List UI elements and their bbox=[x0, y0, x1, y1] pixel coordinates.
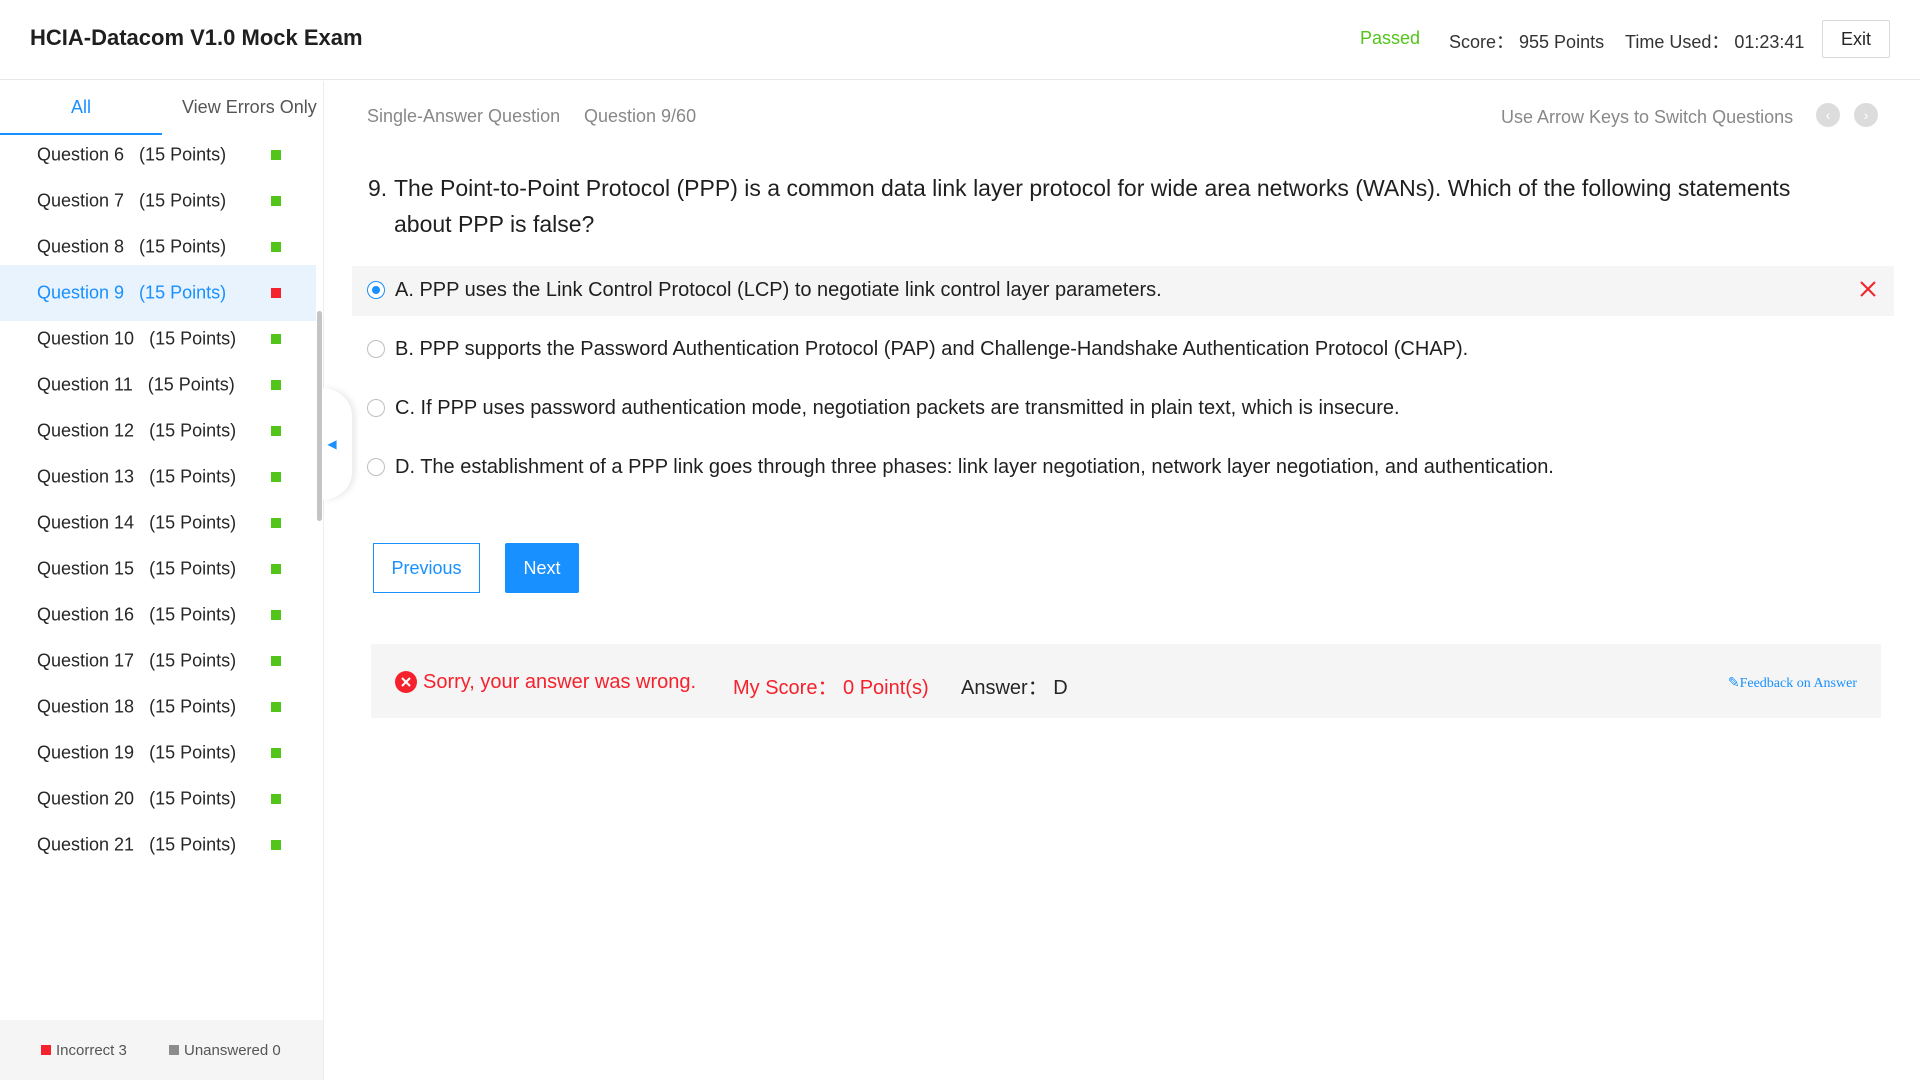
correct-status-square bbox=[271, 702, 281, 712]
question-item-label: Question 13 (15 Points) bbox=[37, 466, 237, 487]
correct-status-square bbox=[271, 242, 281, 252]
option-d[interactable]: D. The establishment of a PPP link goes … bbox=[352, 443, 1894, 493]
correct-status-square bbox=[271, 840, 281, 850]
option-c[interactable]: C. If PPP uses password authentication m… bbox=[352, 384, 1894, 434]
question-item[interactable]: Question 21 (15 Points) bbox=[0, 817, 316, 873]
question-body: The Point-to-Point Protocol (PPP) is a c… bbox=[394, 175, 1791, 237]
prev-question-arrow[interactable]: ‹ bbox=[1816, 103, 1840, 127]
correct-answer: Answer： D bbox=[961, 677, 1068, 699]
option-b-text: B. PPP supports the Password Authenticat… bbox=[395, 338, 1469, 360]
status-legend: Incorrect 3 Unanswered 0 bbox=[0, 1020, 323, 1080]
question-item-label: Question 20 (15 Points) bbox=[37, 788, 237, 809]
option-a-text: A. PPP uses the Link Control Protocol (L… bbox=[395, 279, 1162, 301]
tab-view-errors[interactable]: View Errors Only bbox=[182, 97, 317, 118]
legend-unanswered-label: Unanswered 0 bbox=[184, 1042, 281, 1059]
question-item-label: Question 12 (15 Points) bbox=[37, 420, 237, 441]
correct-status-square bbox=[271, 380, 281, 390]
correct-status-square bbox=[271, 794, 281, 804]
question-sidebar: All View Errors Only Question 6 (15 Poin… bbox=[0, 81, 324, 1080]
feedback-label: Feedback on Answer bbox=[1739, 676, 1857, 691]
unanswered-swatch bbox=[169, 1045, 179, 1056]
question-list[interactable]: Question 6 (15 Points) Question 7 (15 Po… bbox=[0, 135, 316, 1080]
question-item-label: Question 8 (15 Points) bbox=[37, 236, 227, 257]
correct-status-square bbox=[271, 518, 281, 528]
question-item-label: Question 19 (15 Points) bbox=[37, 742, 237, 763]
question-type: Single-Answer Question bbox=[367, 106, 561, 126]
correct-status-square bbox=[271, 610, 281, 620]
correct-status-square bbox=[271, 472, 281, 482]
question-item-label: Question 11 (15 Points) bbox=[37, 374, 235, 395]
question-item-label: Question 16 (15 Points) bbox=[37, 604, 237, 625]
correct-status-square bbox=[271, 334, 281, 344]
radio-button[interactable] bbox=[367, 399, 385, 417]
question-number: 9. bbox=[368, 175, 388, 201]
edit-icon: ✎ bbox=[1727, 676, 1740, 691]
question-item-label: Question 6 (15 Points) bbox=[37, 144, 227, 165]
legend-incorrect-label: Incorrect 3 bbox=[56, 1042, 127, 1059]
answer-result-panel: Sorry, your answer was wrong. My Score： … bbox=[371, 644, 1881, 718]
question-progress: Question 9/60 bbox=[584, 106, 697, 126]
previous-button[interactable]: Previous bbox=[373, 543, 480, 593]
time-used: Time Used： 01:23:41 bbox=[1625, 32, 1805, 52]
radio-button-checked[interactable] bbox=[367, 281, 385, 299]
legend-unanswered: Unanswered 0 bbox=[169, 1042, 281, 1059]
correct-status-square bbox=[271, 656, 281, 666]
correct-status-square bbox=[271, 196, 281, 206]
option-b[interactable]: B. PPP supports the Password Authenticat… bbox=[352, 325, 1894, 375]
option-a[interactable]: A. PPP uses the Link Control Protocol (L… bbox=[352, 266, 1894, 316]
question-stem: 9. The Point-to-Point Protocol (PPP) is … bbox=[368, 170, 1848, 242]
feedback-link[interactable]: ✎Feedback on Answer bbox=[1728, 675, 1857, 692]
question-item-label: Question 9 (15 Points) bbox=[37, 282, 227, 303]
filter-tabs: All View Errors Only bbox=[0, 81, 323, 135]
radio-button[interactable] bbox=[367, 340, 385, 358]
error-circle-icon bbox=[395, 671, 417, 693]
exam-title: HCIA-Datacom V1.0 Mock Exam bbox=[30, 25, 363, 50]
keyboard-nav-hint: Use Arrow Keys to Switch Questions bbox=[1501, 107, 1794, 127]
correct-status-square bbox=[271, 150, 281, 160]
collapse-sidebar-toggle[interactable]: ◀ bbox=[322, 388, 352, 500]
question-item-label: Question 21 (15 Points) bbox=[37, 834, 237, 855]
top-bar: HCIA-Datacom V1.0 Mock Exam Passed Score… bbox=[0, 0, 1920, 80]
my-score: My Score： 0 Point(s) bbox=[733, 677, 929, 699]
correct-status-square bbox=[271, 748, 281, 758]
incorrect-status-square bbox=[271, 288, 281, 298]
option-c-text: C. If PPP uses password authentication m… bbox=[395, 397, 1400, 419]
total-score: Score： 955 Points bbox=[1449, 32, 1605, 52]
chevron-left-icon: ‹ bbox=[1825, 107, 1831, 123]
question-item-label: Question 14 (15 Points) bbox=[37, 512, 237, 533]
question-item-label: Question 10 (15 Points) bbox=[37, 328, 237, 349]
chevron-right-icon: › bbox=[1863, 107, 1869, 123]
legend-incorrect: Incorrect 3 bbox=[41, 1042, 127, 1059]
result-message: Sorry, your answer was wrong. bbox=[423, 671, 697, 693]
correct-status-square bbox=[271, 564, 281, 574]
option-d-text: D. The establishment of a PPP link goes … bbox=[395, 456, 1554, 478]
incorrect-swatch bbox=[41, 1045, 51, 1056]
pass-status: Passed bbox=[1360, 28, 1421, 48]
question-item-label: Question 17 (15 Points) bbox=[37, 650, 237, 671]
tab-all[interactable]: All bbox=[71, 97, 91, 118]
radio-button[interactable] bbox=[367, 458, 385, 476]
next-button[interactable]: Next bbox=[505, 543, 579, 593]
question-item-label: Question 7 (15 Points) bbox=[37, 190, 227, 211]
correct-status-square bbox=[271, 426, 281, 436]
next-question-arrow[interactable]: › bbox=[1854, 103, 1878, 127]
exit-button[interactable]: Exit bbox=[1822, 20, 1890, 58]
question-item-label: Question 18 (15 Points) bbox=[37, 696, 237, 717]
close-icon bbox=[1860, 281, 1876, 297]
question-item-label: Question 15 (15 Points) bbox=[37, 558, 237, 579]
caret-left-icon: ◀ bbox=[327, 437, 337, 451]
